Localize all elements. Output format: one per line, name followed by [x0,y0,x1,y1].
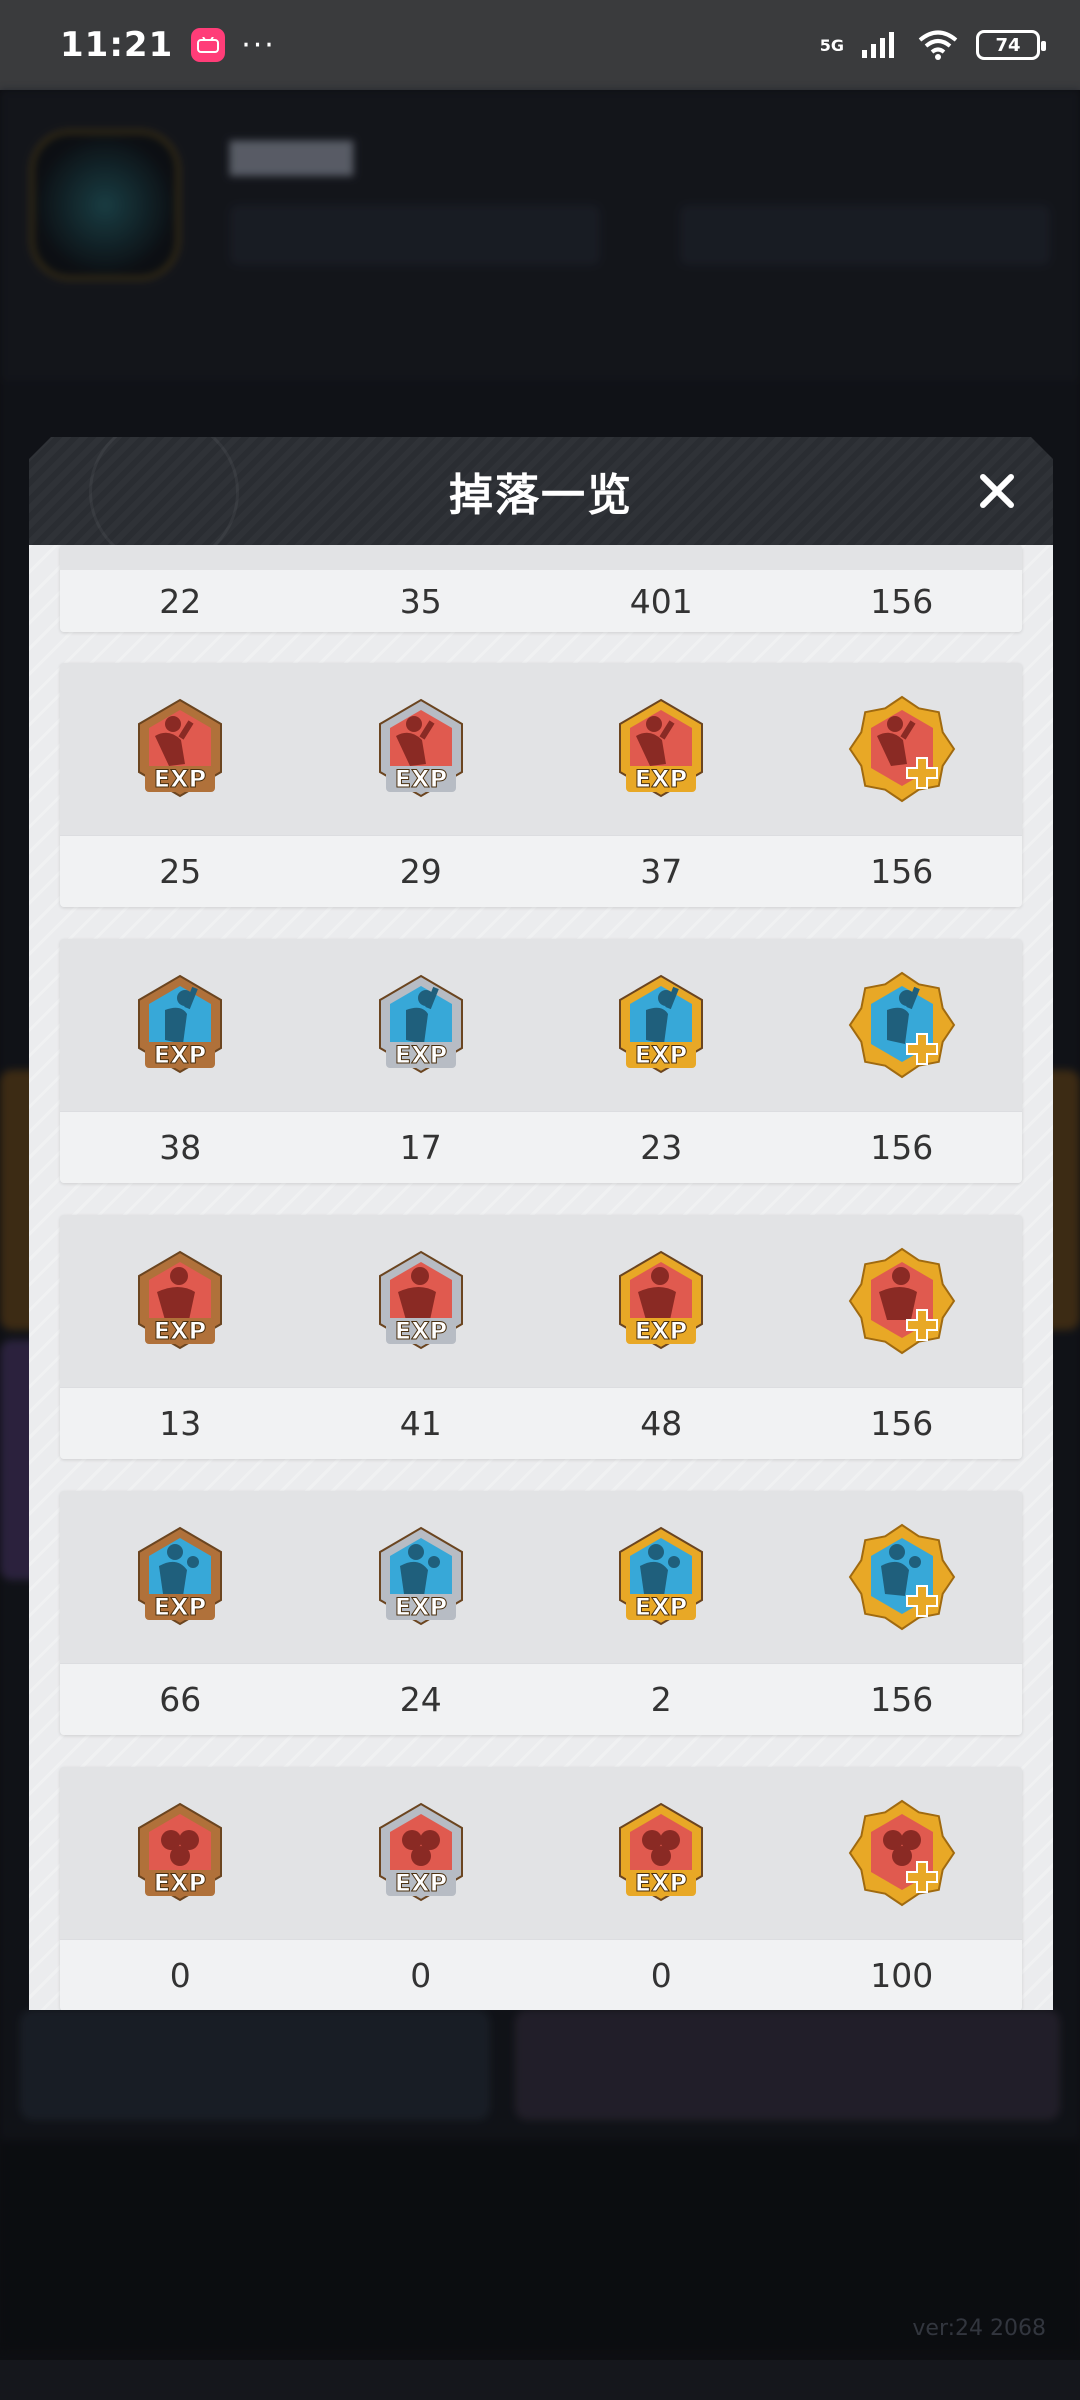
blue-passer-silver-badge-icon[interactable]: EXP [301,1491,542,1663]
drop-count: 17 [399,1128,442,1167]
drop-count-row: 66 24 2 156 [60,1663,1022,1735]
red-defender-gold-star-badge-icon[interactable] [782,1215,1023,1387]
drop-count: 48 [640,1404,683,1443]
red-defender-bronze-badge-icon[interactable]: EXP [60,1215,301,1387]
drop-count: 35 [399,581,442,621]
drop-count: 29 [399,852,442,891]
blue-passer-bronze-badge-icon[interactable]: EXP [60,1491,301,1663]
drop-count: 25 [159,852,202,891]
status-time: 11:21 [60,25,174,65]
drop-count: 156 [870,852,934,891]
drop-count: 100 [870,1956,934,1995]
drop-count: 0 [410,1956,432,1995]
svg-text:EXP: EXP [635,1869,688,1897]
drop-count: 2 [650,1680,672,1719]
dialog-header: 掉落一览 [29,437,1053,545]
red-balls-gold-star-badge-icon[interactable] [782,1767,1023,1939]
drop-count: 41 [399,1404,442,1443]
badge-row: EXP EXP EXP [60,939,1022,1111]
svg-text:EXP: EXP [395,1317,448,1345]
blue-passer-gold-star-badge-icon[interactable] [782,1491,1023,1663]
wifi-icon [918,30,958,60]
close-button[interactable] [971,465,1023,517]
drop-count: 66 [159,1680,202,1719]
drop-count: 13 [159,1404,202,1443]
red-defender-gold-badge-icon[interactable]: EXP [541,1215,782,1387]
red-balls-gold-badge-icon[interactable]: EXP [541,1767,782,1939]
svg-text:EXP: EXP [154,765,207,793]
drop-count: 156 [870,1128,934,1167]
drop-count: 37 [640,852,683,891]
drop-count-row: 0 0 0 100 [60,1939,1022,2010]
signal-icon [862,32,894,58]
battery-indicator: 74 [976,30,1046,60]
drop-count: 24 [399,1680,442,1719]
drop-group: EXP EXP EXP 66 24 2 156 [60,1491,1022,1735]
red-shooter-bronze-badge-icon[interactable]: EXP [60,663,301,835]
svg-text:EXP: EXP [635,765,688,793]
svg-text:EXP: EXP [635,1317,688,1345]
drop-group: EXP EXP EXP 38 17 23 156 [60,939,1022,1183]
blue-dunker-bronze-badge-icon[interactable]: EXP [60,939,301,1111]
dialog-title: 掉落一览 [449,470,633,521]
drop-count: 38 [159,1128,202,1167]
drop-count-row: 13 41 48 156 [60,1387,1022,1459]
red-shooter-gold-star-badge-icon[interactable] [782,663,1023,835]
drop-count: 0 [650,1956,672,1995]
blue-dunker-gold-star-badge-icon[interactable] [782,939,1023,1111]
drop-count: 0 [169,1956,191,1995]
drop-count: 22 [159,581,202,621]
svg-text:EXP: EXP [395,1041,448,1069]
svg-text:EXP: EXP [154,1593,207,1621]
close-icon [980,474,1014,508]
drop-count: 23 [640,1128,683,1167]
network-type: 5G [819,35,844,55]
svg-text:EXP: EXP [154,1317,207,1345]
badge-row: EXP EXP EXP [60,663,1022,835]
badge-row: EXP EXP EXP [60,1767,1022,1939]
drop-count-row: 25 29 37 156 [60,835,1022,907]
blue-passer-gold-badge-icon[interactable]: EXP [541,1491,782,1663]
drop-group: 22 35 401 156 [60,545,1022,632]
svg-text:EXP: EXP [154,1041,207,1069]
status-bar: 11:21 ··· 5G 74 [0,0,1080,90]
blue-dunker-gold-badge-icon[interactable]: EXP [541,939,782,1111]
drop-count: 156 [870,581,934,621]
svg-text:EXP: EXP [395,765,448,793]
drop-count-row: 22 35 401 156 [60,570,1022,632]
drop-count: 156 [870,1680,934,1719]
drop-group: EXP EXP EXP 13 41 48 156 [60,1215,1022,1459]
blue-dunker-silver-badge-icon[interactable]: EXP [301,939,542,1111]
red-balls-bronze-badge-icon[interactable]: EXP [60,1767,301,1939]
red-shooter-gold-badge-icon[interactable]: EXP [541,663,782,835]
red-shooter-silver-badge-icon[interactable]: EXP [301,663,542,835]
red-balls-silver-badge-icon[interactable]: EXP [301,1767,542,1939]
drop-count: 401 [629,581,693,621]
svg-text:EXP: EXP [395,1869,448,1897]
red-defender-silver-badge-icon[interactable]: EXP [301,1215,542,1387]
badge-row: EXP EXP EXP [60,1215,1022,1387]
svg-text:EXP: EXP [395,1593,448,1621]
svg-text:EXP: EXP [154,1869,207,1897]
badge-row: EXP EXP EXP [60,1491,1022,1663]
drop-overview-dialog: 掉落一览 22 35 401 156 EXP EXP EXP 25 29 37 156 EXP EXP E… [29,437,1053,2010]
more-notifications-icon: ··· [241,27,276,63]
drop-group: EXP EXP EXP 0 0 0 100 [60,1767,1022,2010]
drop-group: EXP EXP EXP 25 29 37 156 [60,663,1022,907]
drop-list[interactable]: 22 35 401 156 EXP EXP EXP 25 29 37 156 EXP EXP EXP 38 1… [29,545,1053,2010]
bilibili-app-icon [191,28,226,62]
svg-text:EXP: EXP [635,1041,688,1069]
drop-count: 156 [870,1404,934,1443]
drop-count-row: 38 17 23 156 [60,1111,1022,1183]
svg-text:EXP: EXP [635,1593,688,1621]
